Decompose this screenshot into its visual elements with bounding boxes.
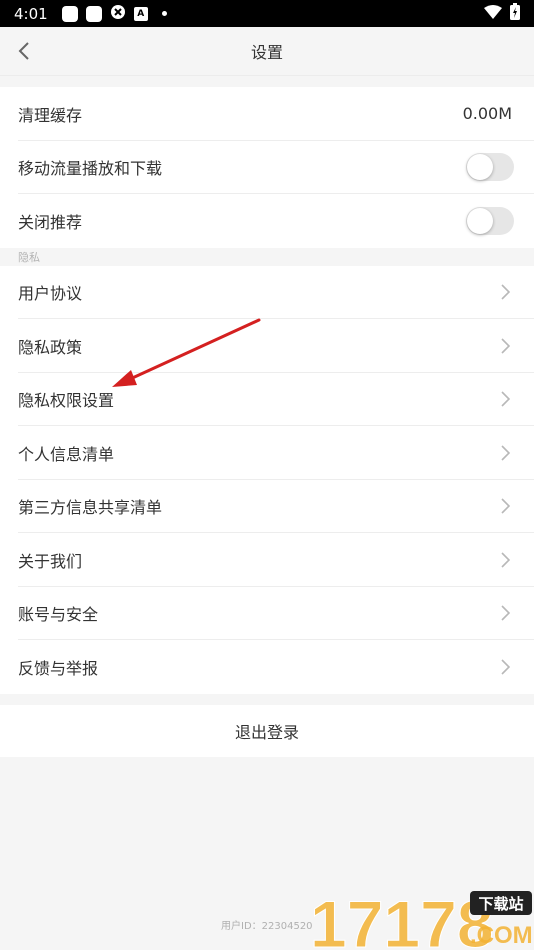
account-security-row[interactable]: 账号与安全 bbox=[0, 586, 534, 640]
row-label: 个人信息清单 bbox=[18, 444, 115, 464]
disable-recommend-row: 关闭推荐 bbox=[0, 194, 534, 248]
row-label: 关闭推荐 bbox=[18, 212, 83, 232]
watermark-sub: 下载站 bbox=[478, 895, 523, 913]
row-label: 隐私权限设置 bbox=[18, 391, 115, 411]
back-button[interactable] bbox=[10, 37, 38, 65]
row-label: 账号与安全 bbox=[18, 605, 99, 625]
page-title: 设置 bbox=[250, 43, 283, 62]
nav-bar: 设置 bbox=[0, 27, 534, 76]
row-label: 反馈与举报 bbox=[18, 658, 99, 678]
a-icon: A bbox=[133, 6, 148, 21]
privacy-policy-row[interactable]: 隐私政策 bbox=[0, 319, 534, 373]
status-left: 4:01 A bbox=[14, 4, 167, 24]
chevron-right-icon bbox=[498, 444, 512, 462]
mobile-data-toggle[interactable] bbox=[466, 153, 514, 182]
site-watermark: 17178 下载站 .COM bbox=[310, 887, 533, 950]
spacer bbox=[0, 76, 534, 87]
row-label: 用户协议 bbox=[18, 284, 83, 304]
chevron-right-icon bbox=[498, 658, 512, 676]
chevron-right-icon bbox=[498, 337, 512, 355]
status-right bbox=[484, 3, 520, 24]
about-us-row[interactable]: 关于我们 bbox=[0, 533, 534, 587]
battery-icon bbox=[510, 3, 520, 24]
logout-label: 退出登录 bbox=[234, 722, 299, 742]
row-label: 第三方信息共享清单 bbox=[18, 498, 163, 518]
square-icon bbox=[85, 5, 102, 22]
privacy-section-header: 隐私 bbox=[0, 247, 534, 266]
user-agreement-row[interactable]: 用户协议 bbox=[0, 265, 534, 319]
chevron-right-icon bbox=[498, 604, 512, 622]
row-label: 移动流量播放和下载 bbox=[18, 159, 163, 179]
row-label: 关于我们 bbox=[18, 551, 83, 571]
watermark-domain: .COM bbox=[470, 922, 533, 949]
chevron-right-icon bbox=[498, 551, 512, 569]
spacer bbox=[0, 693, 534, 705]
user-id-text: 用户ID：22304520 bbox=[221, 921, 313, 932]
cache-size-value: 0.00M bbox=[462, 104, 512, 124]
chevron-right-icon bbox=[498, 283, 512, 301]
personal-info-list-row[interactable]: 个人信息清单 bbox=[0, 426, 534, 480]
feedback-report-row[interactable]: 反馈与举报 bbox=[0, 640, 534, 694]
chevron-right-icon bbox=[498, 497, 512, 515]
toggle-knob bbox=[467, 207, 493, 234]
square-icon bbox=[61, 5, 78, 22]
disable-recommend-toggle[interactable] bbox=[466, 206, 514, 235]
chevron-left-icon bbox=[18, 42, 29, 60]
third-party-sharing-row[interactable]: 第三方信息共享清单 bbox=[0, 479, 534, 533]
settings-page: 4:01 A 设置 清理缓存 0.00M 移动流量播放和下载 关闭推荐 隐私 用… bbox=[0, 0, 534, 950]
clear-cache-row[interactable]: 清理缓存 0.00M bbox=[0, 87, 534, 141]
sync-icon bbox=[110, 4, 126, 24]
logout-button[interactable]: 退出登录 bbox=[0, 704, 534, 757]
general-settings-group: 清理缓存 0.00M 移动流量播放和下载 关闭推荐 bbox=[0, 87, 534, 248]
row-label: 清理缓存 bbox=[18, 105, 83, 125]
status-time: 4:01 bbox=[14, 4, 48, 23]
toggle-knob bbox=[467, 154, 493, 181]
row-label: 隐私政策 bbox=[18, 337, 83, 357]
watermark-number: 17178 bbox=[310, 887, 494, 950]
wifi-icon bbox=[484, 4, 502, 23]
privacy-permission-row[interactable]: 隐私权限设置 bbox=[0, 372, 534, 426]
privacy-group: 用户协议 隐私政策 隐私权限设置 个人信息清单 第三方信息共享清单 关于我们 账… bbox=[0, 265, 534, 694]
status-bar: 4:01 A bbox=[0, 0, 534, 27]
mobile-data-row: 移动流量播放和下载 bbox=[0, 140, 534, 194]
dot-icon bbox=[161, 11, 167, 16]
chevron-right-icon bbox=[498, 390, 512, 408]
